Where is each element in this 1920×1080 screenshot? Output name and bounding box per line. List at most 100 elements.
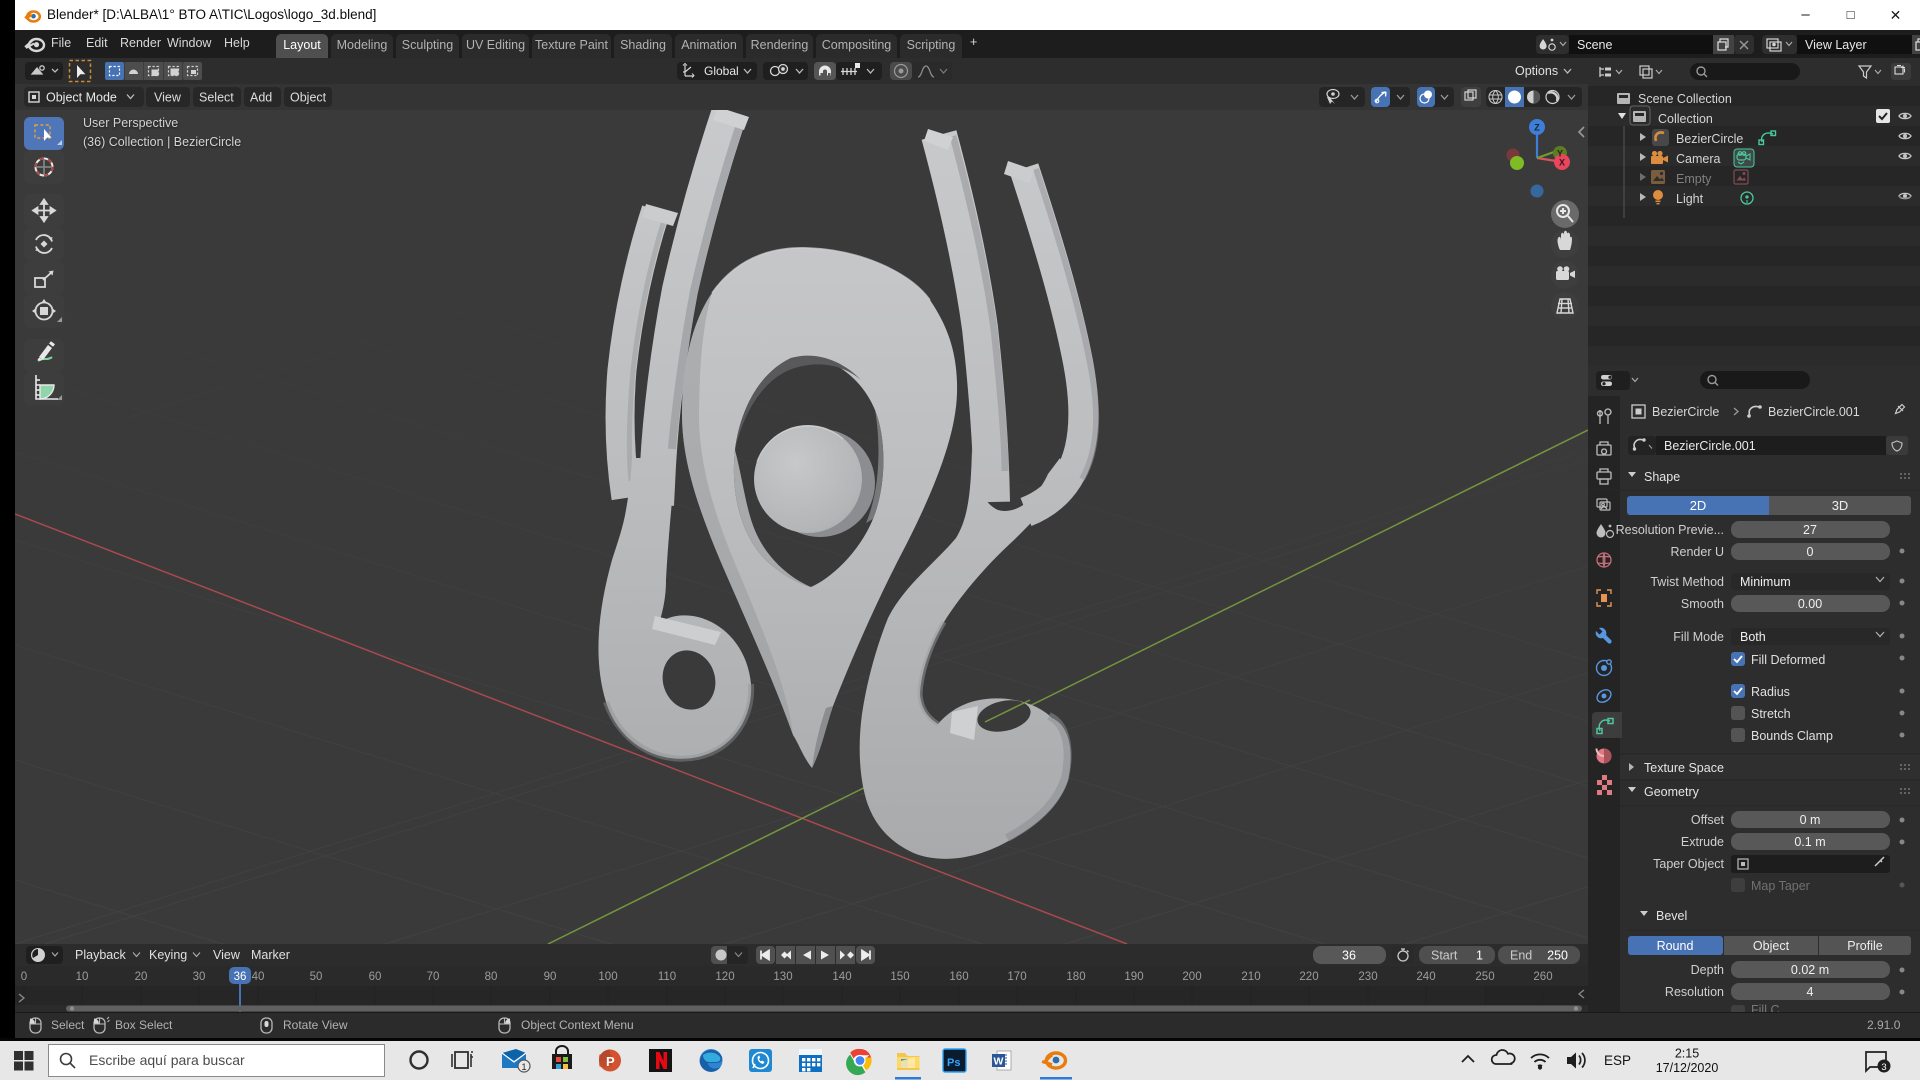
svg-text:Shape: Shape bbox=[1644, 470, 1680, 484]
svg-text:Fill Deformed: Fill Deformed bbox=[1751, 653, 1825, 667]
svg-text:Extrude: Extrude bbox=[1681, 835, 1724, 849]
svg-text:Scene Collection: Scene Collection bbox=[1638, 92, 1732, 106]
svg-text:W: W bbox=[994, 1056, 1004, 1068]
svg-text:Ps: Ps bbox=[947, 1057, 960, 1069]
svg-text:Add: Add bbox=[250, 91, 272, 105]
svg-text:80: 80 bbox=[485, 971, 498, 983]
svg-text:36: 36 bbox=[1342, 949, 1356, 963]
svg-text:Taper Object: Taper Object bbox=[1653, 857, 1724, 871]
svg-text:190: 190 bbox=[1124, 971, 1143, 983]
svg-text:0: 0 bbox=[21, 971, 27, 983]
svg-text:Fill C...: Fill C... bbox=[1751, 1003, 1790, 1012]
svg-text:Object: Object bbox=[1753, 939, 1790, 953]
svg-text:Empty: Empty bbox=[1676, 172, 1712, 186]
svg-text:130: 130 bbox=[773, 971, 792, 983]
svg-text:250: 250 bbox=[1475, 971, 1494, 983]
svg-text:Object: Object bbox=[290, 91, 327, 105]
svg-text:10: 10 bbox=[76, 971, 89, 983]
svg-text:Round: Round bbox=[1657, 939, 1694, 953]
svg-text:0: 0 bbox=[1807, 545, 1814, 559]
svg-text:Object Mode: Object Mode bbox=[46, 91, 117, 105]
svg-text:180: 180 bbox=[1066, 971, 1085, 983]
svg-text:Resolution Previe...: Resolution Previe... bbox=[1616, 523, 1724, 537]
svg-text:2:15: 2:15 bbox=[1675, 1047, 1699, 1061]
svg-text:170: 170 bbox=[1007, 971, 1026, 983]
svg-text:Render U: Render U bbox=[1671, 545, 1725, 559]
svg-text:210: 210 bbox=[1241, 971, 1260, 983]
svg-text:Resolution: Resolution bbox=[1665, 985, 1724, 999]
svg-text:Offset: Offset bbox=[1691, 813, 1725, 827]
svg-text:P: P bbox=[606, 1054, 615, 1069]
svg-text:Start: Start bbox=[1431, 949, 1458, 963]
svg-text:70: 70 bbox=[427, 971, 440, 983]
svg-text:Marker: Marker bbox=[251, 948, 290, 962]
svg-text:Both: Both bbox=[1740, 630, 1766, 644]
svg-text:Playback: Playback bbox=[75, 948, 126, 962]
svg-text:BezierCircle.001: BezierCircle.001 bbox=[1664, 439, 1756, 453]
svg-text:ESP: ESP bbox=[1604, 1053, 1631, 1068]
svg-text:40: 40 bbox=[252, 971, 265, 983]
svg-text:Twist Method: Twist Method bbox=[1650, 575, 1724, 589]
svg-text:Geometry: Geometry bbox=[1644, 785, 1700, 799]
svg-text:Global: Global bbox=[704, 64, 739, 78]
svg-text:End: End bbox=[1510, 949, 1532, 963]
svg-text:Collection: Collection bbox=[1658, 112, 1713, 126]
svg-text:100: 100 bbox=[598, 971, 617, 983]
svg-text:200: 200 bbox=[1182, 971, 1201, 983]
svg-text:Keying: Keying bbox=[149, 948, 187, 962]
svg-text:140: 140 bbox=[832, 971, 851, 983]
svg-text:Bevel: Bevel bbox=[1656, 909, 1687, 923]
svg-text:36: 36 bbox=[234, 971, 247, 983]
svg-text:View: View bbox=[154, 91, 182, 105]
svg-text:50: 50 bbox=[310, 971, 323, 983]
svg-text:250: 250 bbox=[1547, 949, 1568, 963]
svg-text:110: 110 bbox=[658, 971, 676, 983]
svg-text:BezierCircle.001: BezierCircle.001 bbox=[1768, 405, 1860, 419]
svg-text:Texture Space: Texture Space bbox=[1644, 761, 1724, 775]
svg-text:Stretch: Stretch bbox=[1751, 707, 1791, 721]
svg-text:Minimum: Minimum bbox=[1740, 575, 1791, 589]
svg-text:Profile: Profile bbox=[1847, 939, 1882, 953]
svg-text:220: 220 bbox=[1299, 971, 1318, 983]
svg-text:160: 160 bbox=[949, 971, 968, 983]
svg-text:Radius: Radius bbox=[1751, 685, 1790, 699]
svg-text:3: 3 bbox=[1881, 1062, 1886, 1073]
svg-text:0 m: 0 m bbox=[1800, 813, 1821, 827]
svg-text:Fill Mode: Fill Mode bbox=[1673, 630, 1724, 644]
svg-text:Scene: Scene bbox=[1577, 38, 1612, 52]
svg-text:90: 90 bbox=[544, 971, 557, 983]
svg-text:20: 20 bbox=[135, 971, 148, 983]
svg-text:3D: 3D bbox=[1832, 498, 1849, 513]
svg-text:0.02 m: 0.02 m bbox=[1791, 963, 1829, 977]
svg-text:0.00: 0.00 bbox=[1798, 597, 1822, 611]
svg-text:BezierCircle: BezierCircle bbox=[1652, 405, 1719, 419]
svg-text:Light: Light bbox=[1676, 192, 1704, 206]
svg-text:Camera: Camera bbox=[1676, 152, 1721, 166]
svg-text:260: 260 bbox=[1533, 971, 1552, 983]
svg-text:120: 120 bbox=[715, 971, 734, 983]
svg-text:4: 4 bbox=[1807, 985, 1814, 999]
svg-text:2D: 2D bbox=[1690, 498, 1707, 513]
svg-text:27: 27 bbox=[1803, 523, 1817, 537]
svg-text:17/12/2020: 17/12/2020 bbox=[1656, 1061, 1719, 1075]
svg-text:Depth: Depth bbox=[1691, 963, 1724, 977]
svg-text:Smooth: Smooth bbox=[1681, 597, 1724, 611]
svg-text:0.1 m: 0.1 m bbox=[1794, 835, 1825, 849]
svg-text:X: X bbox=[1559, 158, 1565, 168]
svg-text:1: 1 bbox=[1476, 949, 1483, 963]
svg-text:Map Taper: Map Taper bbox=[1751, 879, 1810, 893]
svg-text:150: 150 bbox=[890, 971, 909, 983]
svg-text:230: 230 bbox=[1358, 971, 1377, 983]
svg-text:BezierCircle: BezierCircle bbox=[1676, 132, 1743, 146]
svg-text:Y: Y bbox=[1557, 149, 1563, 159]
svg-text:Options: Options bbox=[1515, 64, 1558, 78]
svg-text:60: 60 bbox=[369, 971, 382, 983]
svg-text:Z: Z bbox=[1534, 123, 1540, 133]
svg-text:30: 30 bbox=[193, 971, 206, 983]
svg-text:View: View bbox=[213, 948, 241, 962]
svg-text:Bounds Clamp: Bounds Clamp bbox=[1751, 729, 1833, 743]
svg-text:1: 1 bbox=[521, 1062, 526, 1072]
svg-text:View Layer: View Layer bbox=[1805, 38, 1867, 52]
svg-text:240: 240 bbox=[1416, 971, 1435, 983]
svg-text:Select: Select bbox=[199, 91, 234, 105]
